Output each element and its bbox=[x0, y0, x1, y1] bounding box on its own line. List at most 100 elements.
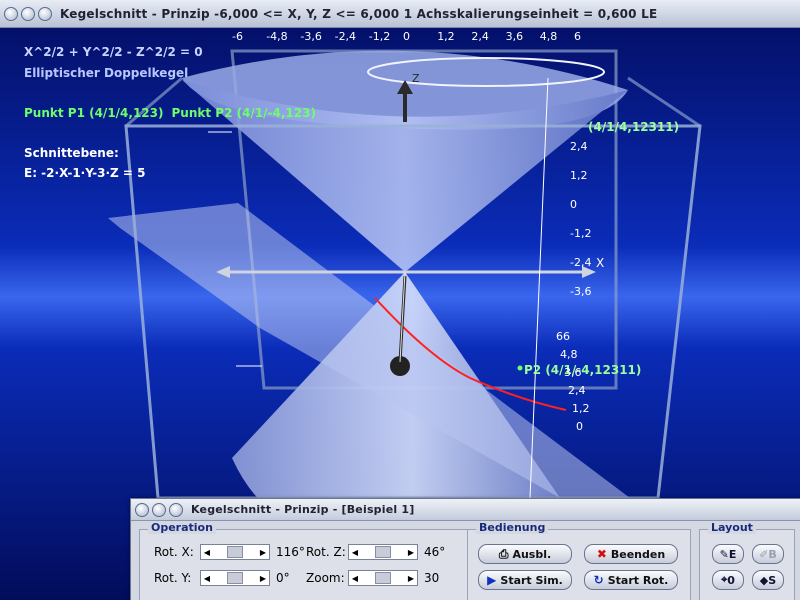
arrow-left-icon[interactable]: ◀ bbox=[201, 574, 213, 583]
control-dialog: Kegelschnitt - Prinzip - [Beispiel 1] Op… bbox=[130, 498, 800, 600]
top-tick-label: -6 bbox=[232, 30, 243, 43]
lower-tick-label: 0 bbox=[576, 420, 583, 433]
arrow-left-icon[interactable]: ◀ bbox=[349, 548, 361, 557]
slider-thumb[interactable] bbox=[375, 572, 391, 584]
rot-z-row: Rot. Z: ◀ ▶ 46° bbox=[306, 544, 445, 560]
layout-zero-label: 0 bbox=[727, 573, 735, 587]
lower-tick-label: 1,2 bbox=[572, 402, 590, 415]
slider-thumb[interactable] bbox=[375, 546, 391, 558]
bedienung-label: Bedienung bbox=[476, 521, 549, 534]
p1-point-label: (4/1/4,12311) bbox=[588, 120, 680, 134]
rot-z-slider[interactable]: ◀ ▶ bbox=[348, 544, 418, 560]
rot-x-label: Rot. X: bbox=[154, 545, 194, 559]
window-title: Kegelschnitt - Prinzip -6,000 <= X, Y, Z… bbox=[60, 6, 658, 21]
ausbl-label: Ausbl. bbox=[512, 547, 552, 561]
arrow-right-icon[interactable]: ▶ bbox=[257, 548, 269, 557]
title-bar: Kegelschnitt - Prinzip -6,000 <= X, Y, Z… bbox=[0, 0, 800, 28]
slider-thumb[interactable] bbox=[227, 546, 243, 558]
layout-b-button[interactable]: ✐ B bbox=[752, 544, 784, 564]
p2-point-label: P2 (4/1/-4,12311) bbox=[524, 363, 642, 377]
side-tick-label: 1,2 bbox=[570, 169, 588, 182]
camera-icon: ⎙ bbox=[498, 546, 509, 561]
zoom-label: Zoom: bbox=[306, 571, 345, 585]
layout-zero-button[interactable]: ⌖ 0 bbox=[712, 570, 744, 590]
rot-y-label: Rot. Y: bbox=[154, 571, 192, 585]
operation-label: Operation bbox=[148, 521, 216, 534]
side-tick-label: -2,4 bbox=[570, 256, 592, 269]
top-tick-label: 6 bbox=[574, 30, 581, 43]
close-icon[interactable] bbox=[135, 502, 149, 517]
rot-y-slider[interactable]: ◀ ▶ bbox=[200, 570, 270, 586]
p2-point bbox=[517, 365, 523, 371]
ausbl-button[interactable]: ⎙ Ausbl. bbox=[478, 544, 572, 564]
arrow-left-icon[interactable]: ◀ bbox=[201, 548, 213, 557]
start-sim-button[interactable]: ▶ Start Sim. bbox=[478, 570, 572, 590]
arrow-right-icon[interactable]: ▶ bbox=[257, 574, 269, 583]
minimize-icon[interactable] bbox=[21, 6, 35, 21]
rot-z-label: Rot. Z: bbox=[306, 545, 346, 559]
points-label: Punkt P1 (4/1/4,123) Punkt P2 (4/1/-4,12… bbox=[24, 106, 316, 120]
rot-y-value: 0° bbox=[276, 571, 290, 585]
top-tick-label: -3,6 bbox=[300, 30, 322, 43]
side-tick-label: 2,4 bbox=[570, 140, 588, 153]
layout-label: Layout bbox=[708, 521, 756, 534]
layout-s-button[interactable]: ◆ S bbox=[752, 570, 784, 590]
beenden-label: Beenden bbox=[610, 547, 666, 561]
minimize-icon[interactable] bbox=[152, 502, 166, 517]
x-axis-label: X bbox=[596, 256, 605, 270]
close-icon[interactable] bbox=[4, 6, 18, 21]
maximize-icon[interactable] bbox=[38, 6, 52, 21]
layout-s-label: S bbox=[768, 573, 777, 587]
start-rot-button[interactable]: ↻ Start Rot. bbox=[584, 570, 678, 590]
z-axis-label: Z bbox=[412, 72, 420, 85]
arrow-right-icon[interactable]: ▶ bbox=[405, 574, 417, 583]
top-tick-label: -4,8 bbox=[266, 30, 288, 43]
plane-equation: E: -2·X-1·Y-3·Z = 5 bbox=[24, 166, 146, 180]
rot-x-value: 116° bbox=[276, 545, 305, 559]
app-window: Kegelschnitt - Prinzip -6,000 <= X, Y, Z… bbox=[0, 0, 800, 600]
bounding-box-edge-2 bbox=[627, 76, 701, 128]
surface-type-label: Elliptischer Doppelkegel bbox=[24, 66, 189, 80]
lower-tick-label: 4,8 bbox=[560, 348, 578, 361]
start-sim-label: Start Sim. bbox=[500, 573, 563, 587]
lower-tick-label: 2,4 bbox=[568, 384, 586, 397]
zoom-row: Zoom: ◀ ▶ 30 bbox=[306, 570, 439, 586]
top-tick-label: 3,6 bbox=[505, 30, 524, 43]
zoom-value: 30 bbox=[424, 571, 440, 585]
point2-label: Punkt P2 (4/1/-4,123) bbox=[171, 106, 316, 120]
layout-e-label: E bbox=[728, 547, 737, 561]
top-tick-label: 0 bbox=[403, 30, 410, 43]
top-tick-label: 1,2 bbox=[437, 30, 455, 43]
rot-x-row: Rot. X: ◀ ▶ 116° bbox=[154, 544, 310, 560]
eraser-icon: ◆ bbox=[759, 573, 769, 587]
side-tick-label: 0 bbox=[570, 198, 577, 211]
equation-label: X^2/2 + Y^2/2 - Z^2/2 = 0 bbox=[24, 45, 203, 59]
lower-tick-label: 3,6 bbox=[564, 366, 582, 379]
close-x-icon: ✖ bbox=[596, 547, 607, 561]
point1-label: Punkt P1 (4/1/4,123) bbox=[24, 106, 164, 120]
side-tick-label: -1,2 bbox=[570, 227, 592, 240]
start-rot-label: Start Rot. bbox=[607, 573, 669, 587]
zoom-slider[interactable]: ◀ ▶ bbox=[348, 570, 418, 586]
top-tick-label: 4,8 bbox=[539, 30, 558, 43]
dialog-title: Kegelschnitt - Prinzip - [Beispiel 1] bbox=[191, 503, 415, 516]
side-tick-label: -3,6 bbox=[570, 285, 592, 298]
play-icon: ▶ bbox=[487, 573, 497, 587]
rot-z-value: 46° bbox=[424, 545, 446, 559]
top-tick-label: -2,4 bbox=[334, 30, 357, 43]
layout-e-button[interactable]: ✎ E bbox=[712, 544, 744, 564]
bedienung-group: Bedienung ⎙ Ausbl. ✖ Beenden ▶ Start Sim… bbox=[467, 521, 691, 600]
top-tick-label: -1,2 bbox=[368, 30, 391, 43]
plane-heading: Schnittebene: bbox=[24, 146, 119, 160]
arrow-left-icon[interactable]: ◀ bbox=[349, 574, 361, 583]
arrow-right-icon[interactable]: ▶ bbox=[405, 548, 417, 557]
beenden-button[interactable]: ✖ Beenden bbox=[584, 544, 678, 564]
layout-b-label: B bbox=[768, 547, 777, 561]
pen-icon: ✎ bbox=[719, 547, 729, 561]
slider-thumb[interactable] bbox=[227, 572, 243, 584]
rot-y-row: Rot. Y: ◀ ▶ 0° bbox=[154, 570, 310, 586]
top-tick-label: 2,4 bbox=[471, 30, 489, 43]
maximize-icon[interactable] bbox=[169, 502, 183, 517]
rot-x-slider[interactable]: ◀ ▶ bbox=[200, 544, 270, 560]
lower-tick-label: 66 bbox=[556, 330, 570, 343]
